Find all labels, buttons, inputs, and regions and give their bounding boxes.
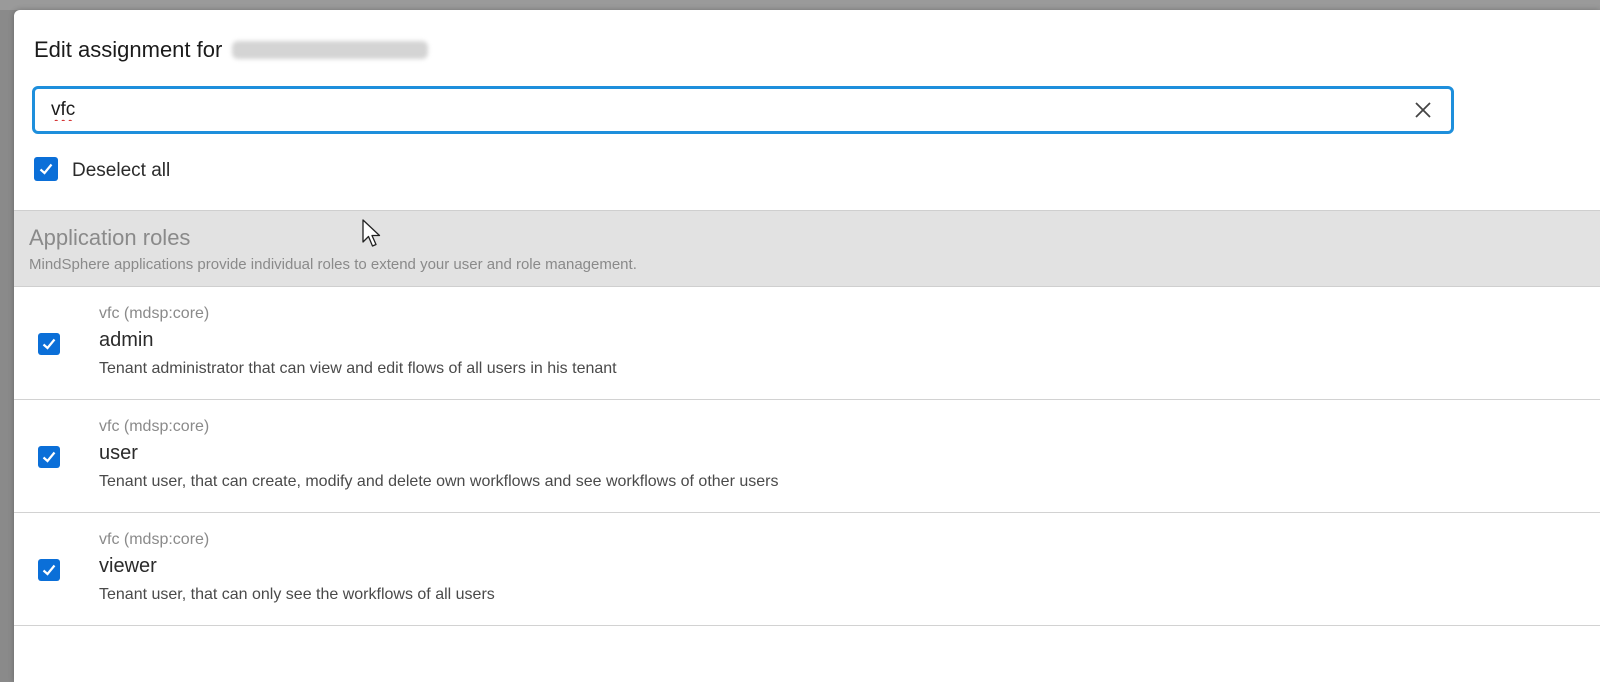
role-description: Tenant user, that can create, modify and… (99, 473, 779, 490)
role-app-name: vfc (mdsp:core) (99, 531, 210, 548)
section-description: MindSphere applications provide individu… (29, 256, 637, 273)
search-input[interactable] (51, 96, 1371, 124)
search-field[interactable] (32, 86, 1454, 134)
page-backdrop (0, 0, 1600, 10)
deselect-all-checkbox[interactable] (34, 157, 58, 181)
section-title: Application roles (29, 225, 191, 250)
checkmark-icon (42, 451, 56, 463)
deselect-all-label[interactable]: Deselect all (72, 160, 170, 182)
role-description: Tenant user, that can only see the workf… (99, 586, 495, 603)
application-roles-section-header: Application roles MindSphere application… (14, 210, 1600, 287)
role-checkbox-admin[interactable] (38, 333, 60, 355)
close-icon[interactable] (1413, 100, 1433, 120)
dialog-title: Edit assignment for (34, 37, 429, 63)
role-item-admin[interactable]: vfc (mdsp:core) admin Tenant administrat… (14, 287, 1600, 400)
role-name: user (99, 442, 138, 464)
role-item-user[interactable]: vfc (mdsp:core) user Tenant user, that c… (14, 400, 1600, 513)
edit-assignment-dialog: Edit assignment for Deselect all Applica… (14, 10, 1600, 682)
checkmark-icon (39, 163, 53, 175)
role-checkbox-viewer[interactable] (38, 559, 60, 581)
role-name: admin (99, 329, 154, 351)
role-app-name: vfc (mdsp:core) (99, 305, 210, 322)
role-description: Tenant administrator that can view and e… (99, 360, 617, 377)
role-app-name: vfc (mdsp:core) (99, 418, 210, 435)
checkmark-icon (42, 338, 56, 350)
role-item-viewer[interactable]: vfc (mdsp:core) viewer Tenant user, that… (14, 513, 1600, 626)
role-checkbox-user[interactable] (38, 446, 60, 468)
role-name: viewer (99, 555, 157, 577)
checkmark-icon (42, 564, 56, 576)
redacted-user-name (232, 41, 429, 59)
dialog-title-text: Edit assignment for (34, 37, 223, 62)
